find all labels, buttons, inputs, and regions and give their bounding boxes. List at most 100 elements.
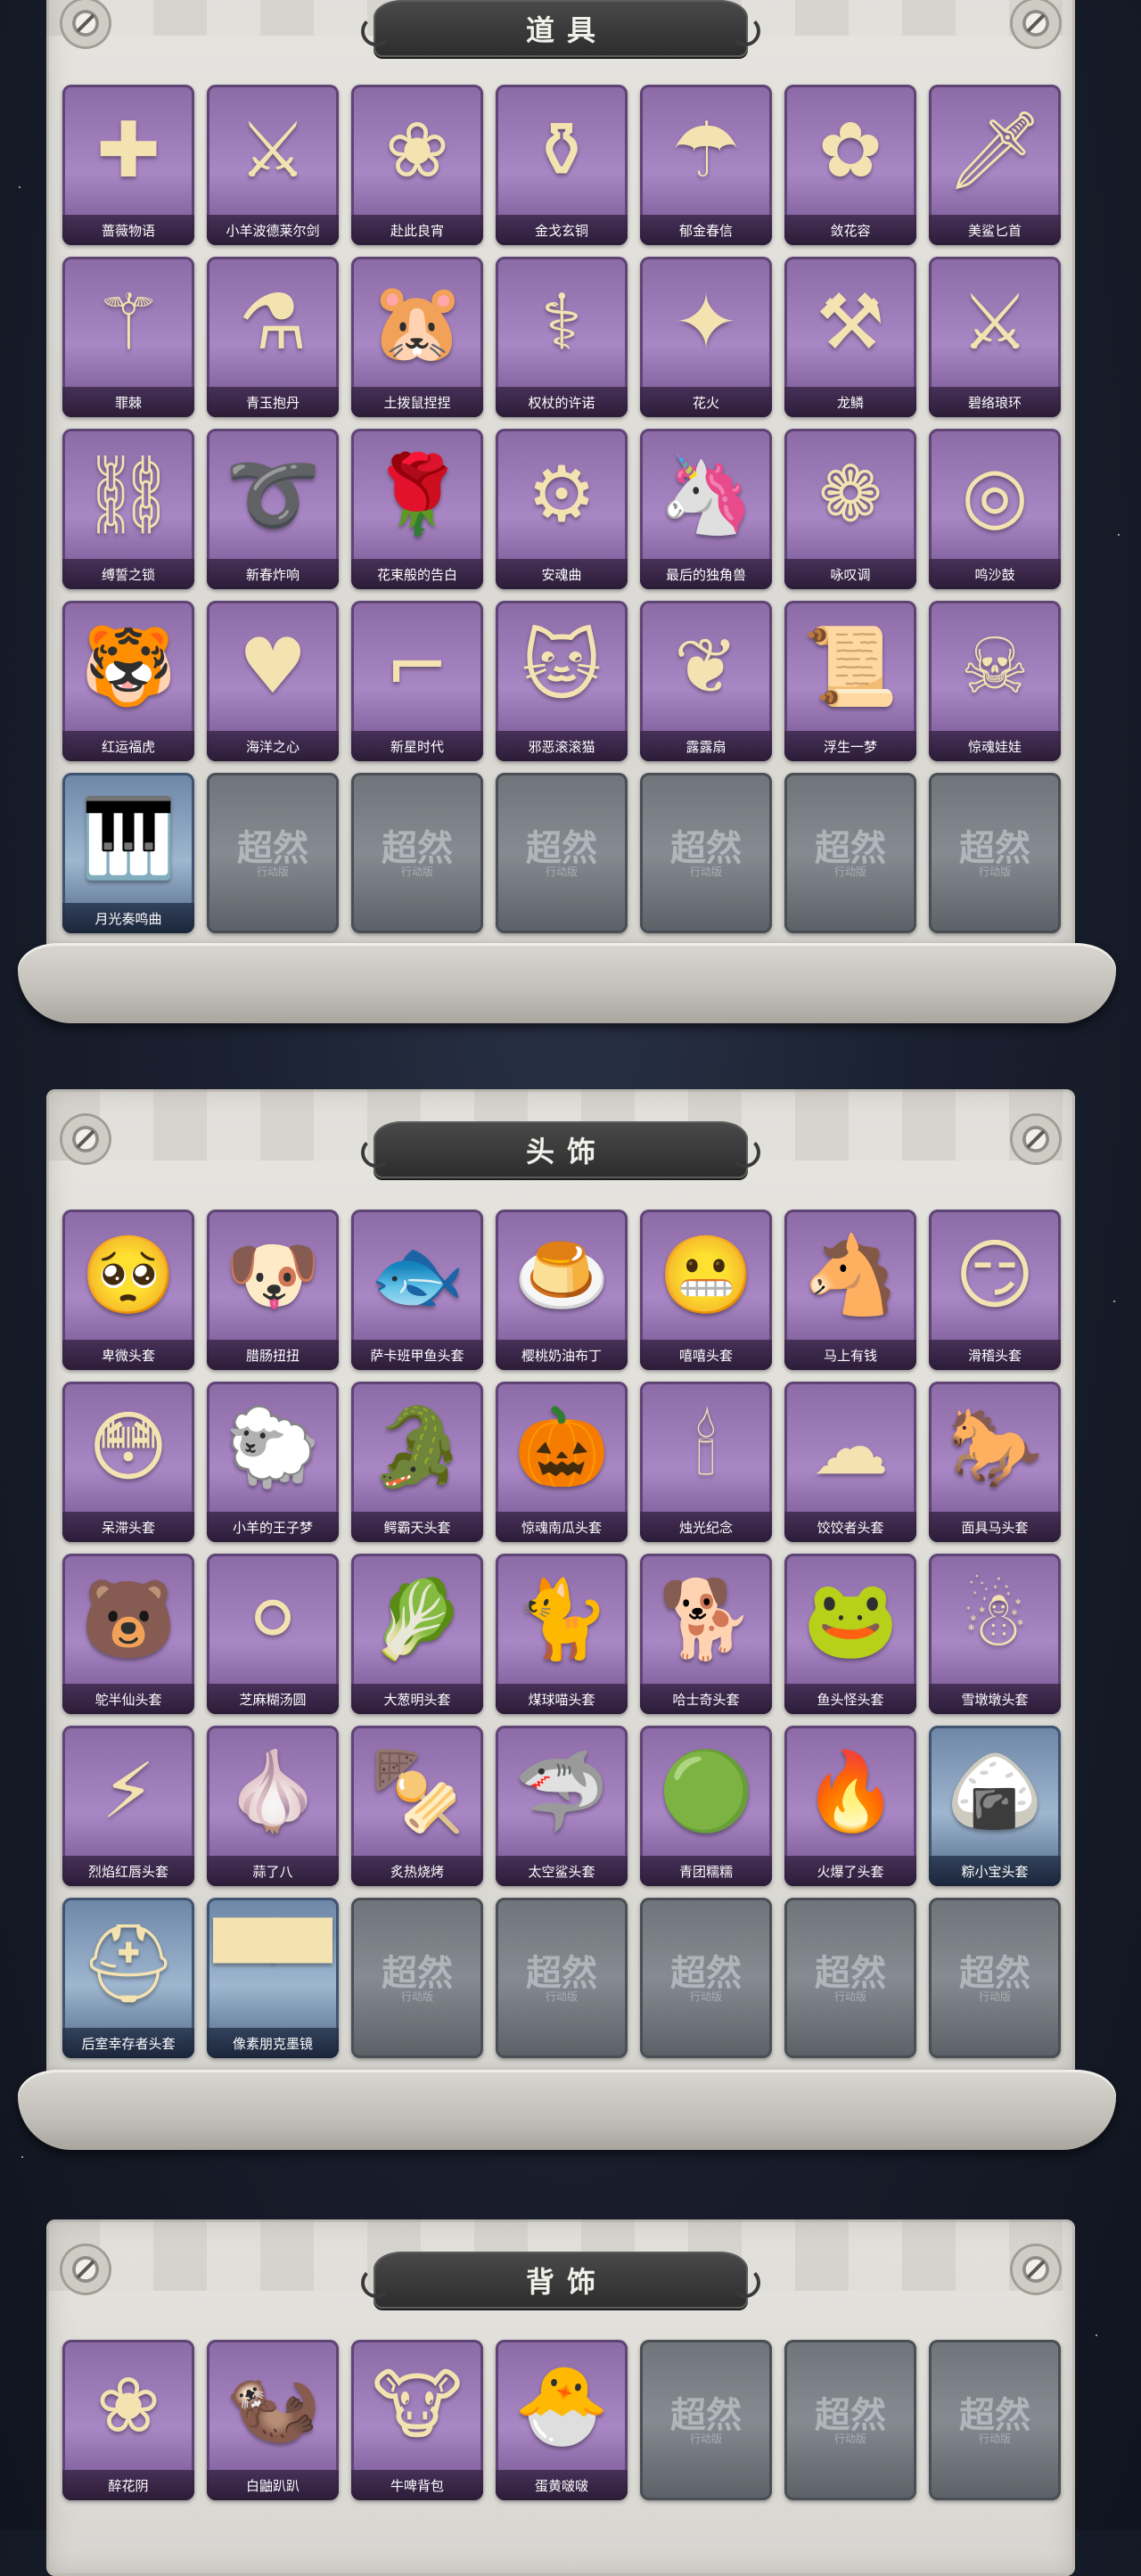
item-card[interactable]: 🐈 煤球喵头套 bbox=[496, 1554, 628, 1714]
item-name: 露露扇 bbox=[640, 731, 772, 761]
item-name: 海洋之心 bbox=[207, 731, 339, 761]
skewer-icon: 🍢 bbox=[369, 1747, 465, 1836]
item-card[interactable]: 🦦 白鼬趴趴 bbox=[207, 2340, 339, 2500]
item-card[interactable]: ⌐ 新星时代 bbox=[351, 601, 483, 761]
item-card[interactable]: ⛓ 缚誓之锁 bbox=[62, 429, 194, 589]
item-card[interactable]: 🐣 蛋黄啵啵 bbox=[496, 2340, 628, 2500]
item-name: 青团糯糯 bbox=[640, 1856, 772, 1886]
item-card[interactable]: 🍙 粽小宝头套 bbox=[929, 1726, 1061, 1886]
item-card[interactable]: ➰ 新春炸响 bbox=[207, 429, 339, 589]
item-card[interactable]: ✚ 蔷薇物语 bbox=[62, 85, 194, 245]
item-card[interactable]: 😬 嘻嘻头套 bbox=[640, 1210, 772, 1370]
item-card[interactable]: 🐑 小羊的王子梦 bbox=[207, 1382, 339, 1542]
item-card[interactable]: 🎹 月光奏鸣曲 bbox=[62, 773, 194, 933]
item-card[interactable]: 🐯 红运福虎 bbox=[62, 601, 194, 761]
crocodile-icon: 🐊 bbox=[369, 1403, 465, 1492]
item-card[interactable]: 🦈 太空鲨头套 bbox=[496, 1726, 628, 1886]
item-card[interactable]: 🐱 邪恶滚滚猫 bbox=[496, 601, 628, 761]
item-card[interactable]: ⚱ 金戈玄铜 bbox=[496, 85, 628, 245]
item-card[interactable]: 🐸 鱼头怪头套 bbox=[784, 1554, 916, 1714]
item-card[interactable]: 🐊 鳄霸天头套 bbox=[351, 1382, 483, 1542]
item-card[interactable]: ⚔ 碧络琅环 bbox=[929, 257, 1061, 417]
item-card[interactable]: 🗡 美鲨匕首 bbox=[929, 85, 1061, 245]
item-card[interactable]: 🥬 大葱明头套 bbox=[351, 1554, 483, 1714]
item-card[interactable]: 🍮 樱桃奶油布丁 bbox=[496, 1210, 628, 1370]
item-card[interactable]: ❀ 赴此良宵 bbox=[351, 85, 483, 245]
item-name: 大葱明头套 bbox=[351, 1684, 483, 1714]
item-card[interactable]: ❁ 咏叹调 bbox=[784, 429, 916, 589]
item-card[interactable]: 🐶 腊肠扭扭 bbox=[207, 1210, 339, 1370]
empty-item-slot[interactable]: 超然 行动版 bbox=[351, 773, 483, 933]
empty-item-slot[interactable]: 超然 行动版 bbox=[640, 2340, 772, 2500]
item-card[interactable]: 🐮 牛啤背包 bbox=[351, 2340, 483, 2500]
item-name: 赴此良宵 bbox=[351, 215, 483, 245]
item-card[interactable]: 🦄 最后的独角兽 bbox=[640, 429, 772, 589]
item-card[interactable]: 🟢 青团糯糯 bbox=[640, 1726, 772, 1886]
item-name: 金戈玄铜 bbox=[496, 215, 628, 245]
item-card[interactable]: 🍢 炙热烧烤 bbox=[351, 1726, 483, 1886]
item-card[interactable]: ⚗ 青玉抱丹 bbox=[207, 257, 339, 417]
empty-item-slot[interactable]: 超然 行动版 bbox=[351, 1898, 483, 2058]
gas-mask-icon: ⛑ bbox=[79, 1919, 177, 2008]
item-card[interactable]: 🧄 蒜了八 bbox=[207, 1726, 339, 1886]
jade-flask-icon: ⚗ bbox=[238, 278, 308, 367]
item-name: 樱桃奶油布丁 bbox=[496, 1340, 628, 1370]
item-card[interactable]: 😳 呆滞头套 bbox=[62, 1382, 194, 1542]
item-card[interactable]: ⚪ 芝麻糊汤圆 bbox=[207, 1554, 339, 1714]
item-card[interactable]: 🐴 马上有钱 bbox=[784, 1210, 916, 1370]
item-card[interactable]: 🐻 鸵半仙头套 bbox=[62, 1554, 194, 1714]
item-card[interactable]: ❦ 露露扇 bbox=[640, 601, 772, 761]
empty-item-slot[interactable]: 超然 行动版 bbox=[784, 1898, 916, 2058]
empty-item-slot[interactable]: 超然 行动版 bbox=[496, 1898, 628, 2058]
item-card[interactable]: ✦ 花火 bbox=[640, 257, 772, 417]
item-name: 花束般的告白 bbox=[351, 559, 483, 589]
item-card[interactable]: 🥺 卑微头套 bbox=[62, 1210, 194, 1370]
item-name: 咏叹调 bbox=[784, 559, 916, 589]
item-card[interactable]: 🎃 惊魂南瓜头套 bbox=[496, 1382, 628, 1542]
empty-item-slot[interactable]: 超然 行动版 bbox=[929, 773, 1061, 933]
item-card[interactable]: ⚚ 罪棘 bbox=[62, 257, 194, 417]
section-title: 道具 bbox=[525, 14, 608, 46]
empty-item-slot[interactable]: 超然 行动版 bbox=[496, 773, 628, 933]
item-card[interactable]: ☠ 惊魂娃娃 bbox=[929, 601, 1061, 761]
item-card[interactable]: ☁ 饺饺者头套 bbox=[784, 1382, 916, 1542]
item-card[interactable]: ⚕ 权杖的许诺 bbox=[496, 257, 628, 417]
flower-wreath-icon: ❀ bbox=[95, 2361, 161, 2450]
empty-item-slot[interactable]: 超然 行动版 bbox=[929, 2340, 1061, 2500]
item-name: 安魂曲 bbox=[496, 559, 628, 589]
item-card[interactable]: 📜 浮生一梦 bbox=[784, 601, 916, 761]
skull-doll-icon: ☠ bbox=[960, 622, 1030, 711]
item-card[interactable]: ⛑ 后室幸存者头套 bbox=[62, 1898, 194, 2058]
empty-item-slot[interactable]: 超然 行动版 bbox=[207, 773, 339, 933]
item-card[interactable]: 🔥 火爆了头套 bbox=[784, 1726, 916, 1886]
item-card[interactable]: ◎ 鸣沙鼓 bbox=[929, 429, 1061, 589]
item-card[interactable]: 😏 滑稽头套 bbox=[929, 1210, 1061, 1370]
item-card[interactable]: ✿ 敛花容 bbox=[784, 85, 916, 245]
cow-barrel-icon: 🐮 bbox=[372, 2361, 463, 2450]
item-card[interactable]: 🐕 哈士奇头套 bbox=[640, 1554, 772, 1714]
item-card[interactable]: ☂ 郁金春信 bbox=[640, 85, 772, 245]
item-card[interactable]: 🐎 面具马头套 bbox=[929, 1382, 1061, 1542]
item-card[interactable]: ⚡ 烈焰红唇头套 bbox=[62, 1726, 194, 1886]
item-card[interactable]: 🕯 烛光纪念 bbox=[640, 1382, 772, 1542]
item-card[interactable]: ⚒ 龙鳞 bbox=[784, 257, 916, 417]
empty-item-slot[interactable]: 超然 行动版 bbox=[640, 1898, 772, 2058]
item-card[interactable]: ☃ 雪墩墩头套 bbox=[929, 1554, 1061, 1714]
item-card[interactable]: ▀▀ 像素朋克墨镜 bbox=[207, 1898, 339, 2058]
item-card[interactable]: ❀ 醉花阴 bbox=[62, 2340, 194, 2500]
item-card[interactable]: ♥ 海洋之心 bbox=[207, 601, 339, 761]
item-name: 最后的独角兽 bbox=[640, 559, 772, 589]
item-card[interactable]: ⚔ 小羊波德莱尔剑 bbox=[207, 85, 339, 245]
item-name: 白鼬趴趴 bbox=[207, 2470, 339, 2500]
empty-item-slot[interactable]: 超然 行动版 bbox=[784, 2340, 916, 2500]
item-card[interactable]: ⚙ 安魂曲 bbox=[496, 429, 628, 589]
item-card[interactable]: 🐟 萨卡班甲鱼头套 bbox=[351, 1210, 483, 1370]
empty-item-slot[interactable]: 超然 行动版 bbox=[784, 773, 916, 933]
empty-item-slot[interactable]: 超然 行动版 bbox=[929, 1898, 1061, 2058]
item-name: 呆滞头套 bbox=[62, 1512, 194, 1542]
item-card[interactable]: 🌹 花束般的告白 bbox=[351, 429, 483, 589]
empty-item-slot[interactable]: 超然 行动版 bbox=[640, 773, 772, 933]
item-card[interactable]: 🐹 土拨鼠捏捏 bbox=[351, 257, 483, 417]
watermark-subtitle: 行动版 bbox=[256, 866, 289, 878]
item-name: 卑微头套 bbox=[62, 1340, 194, 1370]
